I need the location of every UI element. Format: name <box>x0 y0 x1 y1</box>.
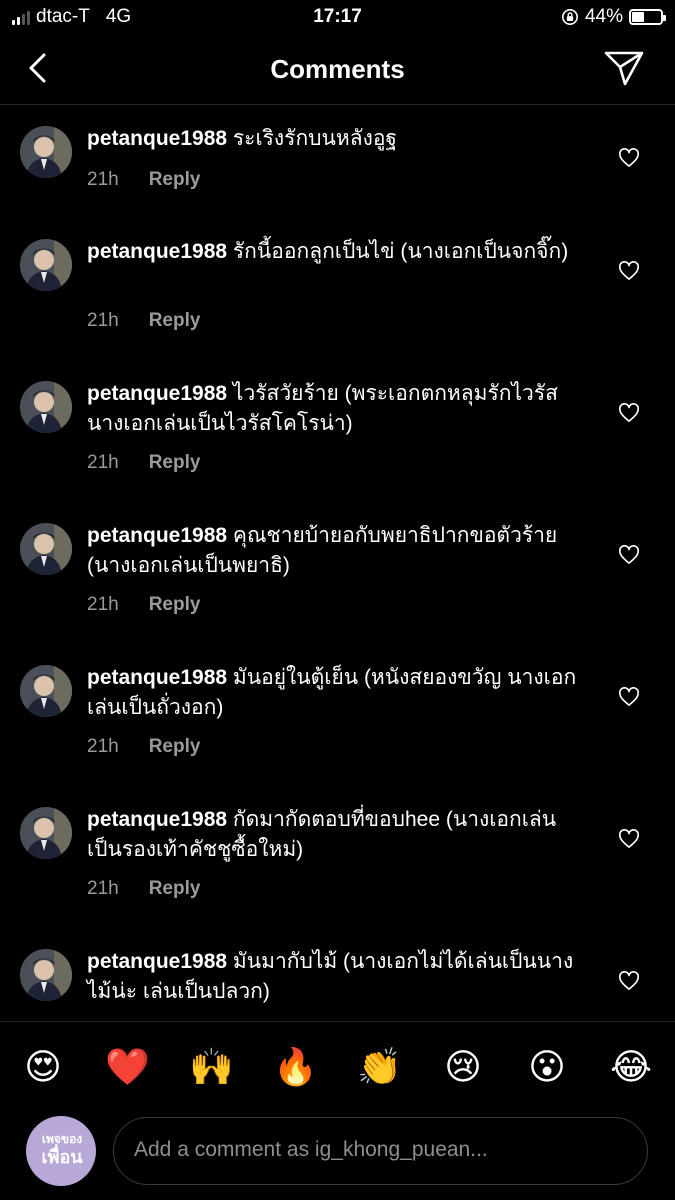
emoji-button[interactable]: 😢 <box>441 1045 485 1089</box>
heart-icon[interactable] <box>618 829 640 849</box>
page-logo: เพจของ เพื่อน <box>34 1130 90 1166</box>
comment-row: petanque1988 กัดมากัดตอบที่ขอบhee (นางเอ… <box>0 787 675 927</box>
avatar[interactable] <box>20 807 72 859</box>
comment-text: petanque1988 มันมากับไม้ (นางเอกไม่ได้เล… <box>87 947 577 1007</box>
battery-icon <box>629 9 666 25</box>
emoji-bar: 😍 ❤️ 🙌 🔥 👏 😢 😮 😂 <box>0 1021 675 1114</box>
page-logo-small: เพจของ <box>41 1132 83 1146</box>
rotation-lock-icon <box>561 8 578 26</box>
comment-meta: 21h Reply <box>87 594 200 616</box>
reply-button[interactable]: Reply <box>149 594 201 615</box>
comment-timestamp: 21h <box>87 310 119 331</box>
paper-plane-icon[interactable] <box>603 48 645 88</box>
reply-button[interactable]: Reply <box>149 310 201 331</box>
reply-button[interactable]: Reply <box>149 736 201 757</box>
comment-list[interactable]: petanque1988 ระเริงรักบนหลังอูฐ 21h Reply p… <box>0 106 675 1020</box>
comment-input-placeholder: Add a comment as ig_khong_puean... <box>134 1138 488 1161</box>
heart-icon[interactable] <box>618 148 640 168</box>
emoji-button[interactable]: 🔥 <box>273 1045 318 1089</box>
comment-timestamp: 21h <box>87 594 119 615</box>
heart-icon[interactable] <box>618 687 640 707</box>
heart-icon[interactable] <box>618 971 640 991</box>
reply-button[interactable]: Reply <box>149 878 201 899</box>
comment-meta: 21h Reply <box>87 736 200 758</box>
comment-username[interactable]: petanque1988 <box>87 808 227 831</box>
comment-username[interactable]: petanque1988 <box>87 240 227 263</box>
comment-row: petanque1988 มันมากับไม้ (นางเอกไม่ได้เล… <box>0 929 675 1020</box>
comment-row: petanque1988 มันอยู่ในตู้เย็น (หนังสยองข… <box>0 645 675 785</box>
comment-meta: 21h Reply <box>87 310 200 332</box>
comment-body: ระเริงรักบนหลังอูฐ <box>232 127 398 150</box>
comment-text: petanque1988 รักนี้ออกลูกเป็นไข่ (นางเอก… <box>87 237 577 267</box>
comment-text: petanque1988 มันอยู่ในตู้เย็น (หนังสยองข… <box>87 663 577 723</box>
status-bar: dtac-T 4G 17:17 44% <box>0 0 675 36</box>
battery-level <box>632 12 645 22</box>
comment-row: petanque1988 คุณชายบ้ายอกับพยาธิปากขอตัว… <box>0 503 675 643</box>
avatar: เพจของ เพื่อน <box>26 1116 96 1186</box>
comment-username[interactable]: petanque1988 <box>87 666 227 689</box>
comment-text: petanque1988 คุณชายบ้ายอกับพยาธิปากขอตัว… <box>87 521 577 581</box>
comment-username[interactable]: petanque1988 <box>87 127 227 150</box>
reply-button[interactable]: Reply <box>149 452 201 473</box>
comment-username[interactable]: petanque1988 <box>87 382 227 405</box>
comment-input[interactable]: Add a comment as ig_khong_puean... <box>113 1117 648 1185</box>
comment-meta: 21h Reply <box>87 452 200 474</box>
page-title: Comments <box>270 54 405 84</box>
comment-text: petanque1988 กัดมากัดตอบที่ขอบhee (นางเอ… <box>87 805 577 865</box>
avatar[interactable] <box>20 239 72 291</box>
emoji-button[interactable]: 😂 <box>609 1045 653 1089</box>
comment-composer: เพจของ เพื่อน Add a comment as ig_khong_… <box>0 1113 675 1200</box>
comment-username[interactable]: petanque1988 <box>87 524 227 547</box>
comment-meta: 21h Reply <box>87 878 200 900</box>
emoji-button[interactable]: 😍 <box>21 1045 65 1089</box>
avatar[interactable] <box>20 126 72 178</box>
avatar[interactable] <box>20 949 72 1001</box>
heart-icon[interactable] <box>618 545 640 565</box>
emoji-button[interactable]: ❤️ <box>105 1045 150 1089</box>
comment-timestamp: 21h <box>87 736 119 757</box>
comment-text: petanque1988 ไวรัสวัยร้าย (พระเอกตกหลุมร… <box>87 379 577 439</box>
comment-row: petanque1988 ไวรัสวัยร้าย (พระเอกตกหลุมร… <box>0 361 675 501</box>
status-right: 44% <box>561 6 666 28</box>
page-logo-big: เพื่อน <box>41 1147 83 1167</box>
comment-row: petanque1988 รักนี้ออกลูกเป็นไข่ (นางเอก… <box>0 219 675 359</box>
comment-timestamp: 21h <box>87 878 119 899</box>
heart-icon[interactable] <box>618 261 640 281</box>
emoji-button[interactable]: 👏 <box>357 1045 402 1089</box>
battery-percent: 44% <box>584 6 623 27</box>
comment-timestamp: 21h <box>87 169 119 190</box>
heart-icon[interactable] <box>618 403 640 423</box>
reply-button[interactable]: Reply <box>149 169 201 190</box>
emoji-button[interactable]: 😮 <box>525 1045 569 1089</box>
header: Comments <box>0 36 675 105</box>
avatar[interactable] <box>20 523 72 575</box>
comment-username[interactable]: petanque1988 <box>87 950 227 973</box>
comment-text: petanque1988 ระเริงรักบนหลังอูฐ <box>87 124 577 154</box>
comment-meta: 21h Reply <box>87 169 200 191</box>
emoji-button[interactable]: 🙌 <box>189 1045 234 1089</box>
avatar[interactable] <box>20 381 72 433</box>
avatar[interactable] <box>20 665 72 717</box>
comment-body: รักนี้ออกลูกเป็นไข่ (นางเอกเป็นจกจิ๊ก) <box>232 240 569 263</box>
comment-timestamp: 21h <box>87 452 119 473</box>
